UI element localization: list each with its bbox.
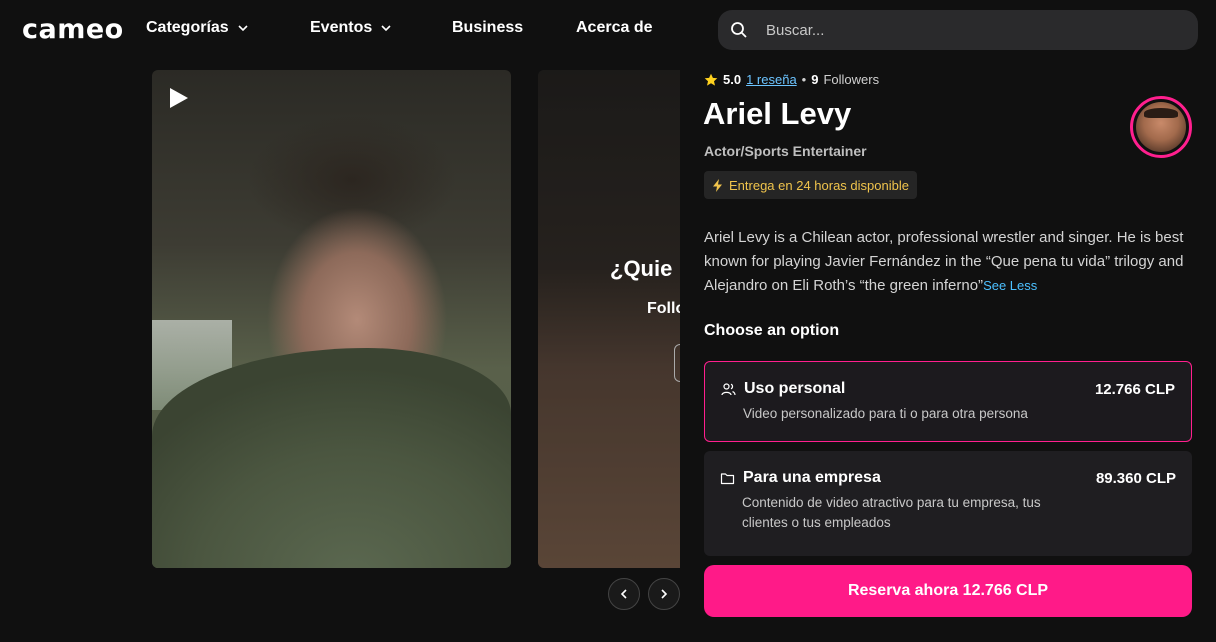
talent-role: Actor/Sports Entertainer bbox=[704, 143, 867, 159]
talent-name: Ariel Levy bbox=[703, 96, 852, 131]
lightning-icon bbox=[713, 178, 722, 192]
folder-icon bbox=[720, 472, 735, 484]
followers-count: 9 bbox=[811, 72, 819, 87]
option-business-description: Contenido de video atractivo para tu emp… bbox=[742, 495, 1041, 530]
rating-score: 5.0 bbox=[723, 72, 742, 87]
followers-label: Followers bbox=[823, 72, 880, 87]
bio-text: Ariel Levy is a Chilean actor, professio… bbox=[704, 229, 1184, 294]
option-personal[interactable]: Uso personal 12.766 CLP Video personaliz… bbox=[704, 361, 1192, 442]
rating-separator: • bbox=[801, 72, 807, 87]
book-now-button[interactable]: Reserva ahora 12.766 CLP bbox=[704, 565, 1192, 617]
nav-categorias-label: Categorías bbox=[146, 19, 229, 36]
video-player-secondary[interactable]: ¿Quie Follo bbox=[538, 70, 680, 568]
video-player-main[interactable] bbox=[152, 70, 511, 568]
option-business-title: Para una empresa bbox=[743, 469, 881, 486]
option-personal-description: Video personalizado para ti o para otra … bbox=[743, 406, 1028, 421]
nav-acerca-de-label: Acerca de bbox=[576, 19, 653, 36]
nav-eventos-label: Eventos bbox=[310, 19, 373, 36]
cameo-logo[interactable]: cameo bbox=[22, 14, 124, 45]
search-icon bbox=[731, 22, 747, 38]
avatar[interactable] bbox=[1130, 96, 1192, 158]
nav-acerca-de[interactable]: Acerca de bbox=[576, 19, 653, 37]
chevron-down-icon bbox=[238, 25, 248, 32]
delivery-text: Entrega en 24 horas disponible bbox=[729, 177, 909, 193]
see-less-link[interactable]: See Less bbox=[983, 278, 1037, 293]
star-icon bbox=[704, 73, 718, 86]
reviews-link[interactable]: 1 reseña bbox=[746, 72, 797, 87]
rating-row: 5.0 1 reseña • 9 Followers bbox=[704, 72, 879, 87]
users-icon bbox=[721, 382, 736, 395]
video-subject bbox=[152, 348, 511, 568]
delivery-badge: Entrega en 24 horas disponible bbox=[704, 171, 917, 199]
promo-button[interactable] bbox=[674, 344, 680, 382]
nav-business[interactable]: Business bbox=[452, 19, 523, 37]
top-header: cameo Categorías Eventos Business Acerca… bbox=[0, 0, 1216, 60]
nav-eventos[interactable]: Eventos bbox=[310, 19, 392, 37]
option-business-price: 89.360 CLP bbox=[1095, 469, 1176, 487]
promo-title: ¿Quie bbox=[610, 256, 673, 281]
avatar-image bbox=[1136, 102, 1186, 152]
chevron-down-icon bbox=[381, 25, 391, 32]
option-business[interactable]: Para una empresa 89.360 CLP Contenido de… bbox=[704, 451, 1192, 556]
chevron-left-icon bbox=[620, 589, 627, 599]
promo-subtitle: Follo bbox=[647, 300, 680, 317]
options-heading: Choose an option bbox=[704, 322, 840, 339]
video-overlay bbox=[538, 70, 680, 568]
search-bar[interactable] bbox=[718, 10, 1198, 50]
search-input[interactable] bbox=[766, 21, 1166, 39]
play-icon[interactable] bbox=[166, 86, 190, 110]
option-personal-price: 12.766 CLP bbox=[1094, 380, 1175, 398]
talent-bio: Ariel Levy is a Chilean actor, professio… bbox=[704, 226, 1194, 298]
carousel-prev-button[interactable] bbox=[608, 578, 640, 610]
option-personal-title: Uso personal bbox=[744, 380, 846, 397]
carousel-next-button[interactable] bbox=[648, 578, 680, 610]
chevron-right-icon bbox=[661, 589, 668, 599]
nav-categorias[interactable]: Categorías bbox=[146, 19, 249, 37]
nav-business-label: Business bbox=[452, 19, 524, 36]
